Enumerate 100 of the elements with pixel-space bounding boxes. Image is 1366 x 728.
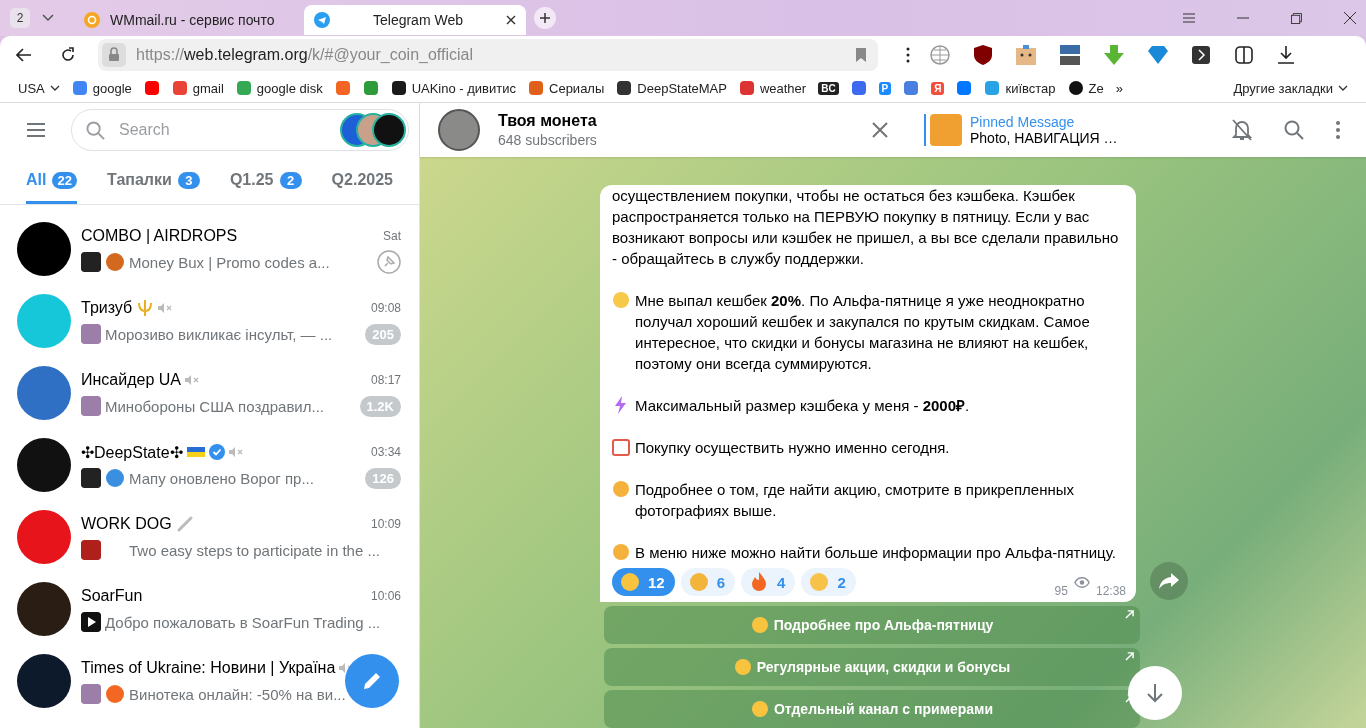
restore-icon[interactable] [1291, 12, 1302, 24]
bookmark-link[interactable]: gmail [171, 80, 224, 96]
close-icon[interactable] [1344, 12, 1356, 24]
search-field[interactable]: Search [117, 120, 328, 140]
back-arrow-icon[interactable] [16, 48, 32, 62]
message-text: Покупку осуществить нужно именно сегодня. [635, 438, 950, 458]
lock-icon [102, 43, 126, 67]
diamond-icon[interactable] [1148, 46, 1168, 64]
browser-tab[interactable]: Telegram Web [304, 5, 526, 35]
chat-list-item[interactable]: Тризуб 09:08 Морозиво викликає інсульт, — ... 205 [8, 285, 411, 357]
message-time: 12:38 [1095, 584, 1126, 598]
bookmark-icon[interactable] [903, 80, 920, 96]
tab-count-button[interactable]: 2 [10, 8, 30, 28]
folder-tab[interactable]: Тапалки 3 [107, 159, 200, 204]
avatar-stack-icon[interactable] [340, 113, 406, 147]
play-icon [81, 612, 101, 632]
bookmark-link[interactable]: google disk [235, 80, 323, 96]
box-face-icon[interactable] [1016, 45, 1036, 65]
channel-avatar[interactable] [438, 109, 480, 151]
bookmark-icon[interactable] [856, 48, 866, 62]
thumbnail-icon [81, 540, 101, 560]
thumbnail-icon [81, 252, 101, 272]
message-preview: Мапу оновлено Ворог пр... [129, 469, 314, 487]
square-icon [390, 80, 407, 96]
arrow-up-right-icon [1125, 652, 1134, 661]
other-bookmarks-button[interactable]: Другие закладки [1233, 80, 1348, 96]
chat-list-item[interactable]: Инсайдер UA 08:17 Минобороны США поздравил... 1.2K [8, 357, 411, 429]
menu-icon[interactable] [1183, 13, 1195, 23]
chat-time: 08:17 [370, 373, 401, 387]
pinned-message[interactable]: Pinned Message Photo, НАВИГАЦИЯ … [924, 114, 1180, 146]
thumbnail-icon [81, 324, 101, 344]
forward-button[interactable] [1150, 562, 1188, 600]
scroll-down-button[interactable] [1128, 666, 1182, 720]
bookmark-icon[interactable] [334, 80, 351, 96]
bookmark-link[interactable]: DeepStateMAP [616, 80, 727, 96]
chat-list-item[interactable]: SoarFun 10:06 Добро пожаловать в SoarFun Trading ... [8, 573, 411, 645]
chat-time: 10:06 [370, 589, 401, 603]
menu-icon[interactable] [27, 123, 45, 137]
compose-button[interactable] [345, 654, 399, 708]
more-icon[interactable] [906, 47, 910, 63]
chat-list-item[interactable]: COMBO | AIRDROPS Sat Money Bux | Promo codes a... [8, 213, 411, 285]
thumbnail-icon [81, 468, 101, 488]
bookmark-icon[interactable] [143, 80, 160, 96]
chat-list-item[interactable]: ✣DeepState✣ 03:34 Мапу оновлено Ворог пр... 126 [8, 429, 411, 501]
chat-name: WORK DOG [81, 515, 172, 533]
bookmark-icon[interactable] [362, 80, 379, 96]
pinned-preview: Photo, НАВИГАЦИЯ … [970, 130, 1118, 146]
bookmark-folder[interactable]: USA [18, 80, 60, 96]
bookmark-logo[interactable]: BC [818, 81, 839, 95]
shield-icon[interactable] [974, 45, 992, 65]
media-icon[interactable] [1060, 45, 1080, 65]
address-bar[interactable]: https://web.telegram.org/k/#@your_coin_official [98, 39, 878, 71]
globe-icon[interactable] [930, 45, 950, 65]
new-tab-icon[interactable] [534, 7, 556, 29]
folder-tab[interactable]: Q1.25 2 [229, 159, 302, 204]
message-preview: Морозиво викликає інсульт, — ... [105, 325, 333, 343]
close-icon[interactable] [506, 15, 516, 25]
bookmark-link[interactable]: Сериалы [528, 80, 605, 96]
unread-badge: 1.2K [359, 395, 401, 417]
trident-icon [136, 299, 155, 317]
square-icon[interactable] [1192, 46, 1210, 64]
more-bookmarks-button[interactable]: » [1115, 80, 1123, 96]
unread-badge: 205 [365, 323, 401, 345]
chat-time: Sat [383, 229, 401, 243]
message-text: осуществлением покупки, чтобы не остаться без кэшбека. Кэшбек распространяется только на ПЕРВУЮ покупку в пятницу. Если у вас возникают вопросы или кэшбек не пришел, а вы все сделали правильно - обращайтесь в службу поддержки. [612, 186, 1120, 269]
search-icon[interactable] [1284, 120, 1304, 140]
reload-icon[interactable] [60, 47, 76, 63]
bookmark-icon[interactable] [850, 80, 867, 96]
bookmark-link[interactable]: Ze [1067, 80, 1104, 96]
calendar-icon [612, 438, 630, 456]
bookmark-logo[interactable]: Я [931, 81, 945, 95]
chat-list-item[interactable]: WORK DOG 10:09 Two easy steps to participate in the ... [8, 501, 411, 573]
arrow-up-right-icon [1125, 610, 1134, 619]
bell-off-icon[interactable] [1232, 119, 1252, 141]
bookmark-link[interactable]: weather [738, 80, 807, 96]
square-icon [528, 80, 544, 96]
message-preview: Two easy steps to participate in the ... [128, 541, 380, 559]
download-arrow-icon[interactable] [1104, 45, 1124, 65]
search-icon [86, 120, 105, 140]
bookmark-link[interactable]: google [71, 80, 132, 96]
unread-badge: 22 [52, 171, 77, 189]
square-icon [71, 80, 88, 96]
pencil-icon [362, 671, 382, 691]
chevron-down-icon[interactable] [42, 14, 54, 22]
unread-badge: 3 [177, 171, 200, 189]
bookmark-link[interactable]: UAKino - дивитис [390, 80, 516, 96]
square-icon [616, 80, 633, 96]
download-icon[interactable] [1278, 46, 1294, 64]
bookmark-icon[interactable] [956, 80, 973, 96]
arrow-down-icon [1146, 683, 1164, 703]
folder-label: Q1.25 [229, 171, 274, 189]
unread-badge: 126 [365, 467, 401, 489]
bookmark-link[interactable]: київстар [984, 80, 1056, 96]
folder-tab[interactable]: Q2.2025 [331, 159, 393, 204]
unread-badge: 2 [279, 171, 302, 189]
channel-title: Твоя монета [498, 112, 597, 130]
browser-tab[interactable]: WMmail.ru - сервис почто [74, 5, 296, 35]
photo-placeholder [930, 114, 962, 146]
chat-list-item[interactable]: Times of Ukraine: Новини | Україна Винотека онлайн: -50% на ви... [8, 645, 411, 717]
smiley-icon [750, 616, 769, 634]
